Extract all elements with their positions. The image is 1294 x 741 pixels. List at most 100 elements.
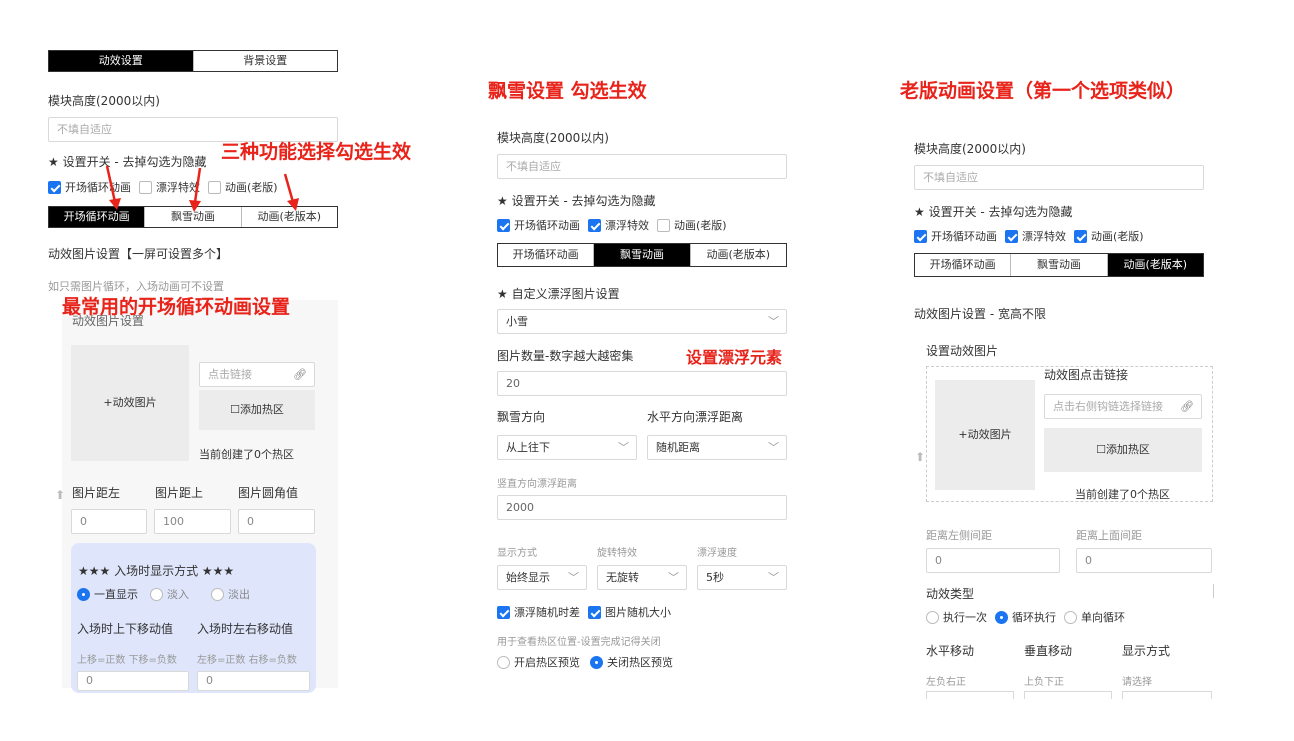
up-arrow-icon[interactable]: ⬆ — [55, 488, 65, 502]
radio-oneway[interactable]: 单向循环 — [1064, 609, 1125, 625]
move-input-vertical[interactable]: 0 — [77, 671, 189, 691]
horizontal-input[interactable] — [926, 691, 1014, 699]
horizontal-label: 水平方向漂浮距离 — [647, 410, 744, 424]
pos-input-left[interactable]: 0 — [71, 509, 147, 534]
move-label-horizontal: 入场时左右移动值 — [197, 622, 294, 636]
main-tabs: 动效设置 背景设置 — [48, 50, 338, 72]
switch-checks: 开场循环动画 漂浮特效 动画(老版) — [497, 217, 735, 233]
checkbox-icon — [657, 218, 670, 232]
pos-input-radius[interactable]: 0 — [238, 509, 315, 534]
add-hotspot-button[interactable]: ☐添加热区 — [1044, 428, 1202, 472]
check-open-anim[interactable]: 开场循环动画 — [497, 217, 580, 233]
arrow-head — [109, 198, 121, 210]
select-value: 5秒 — [706, 571, 724, 584]
check-random-size[interactable]: 图片随机大小 — [588, 604, 671, 620]
radio-fadeout[interactable]: 淡出 — [211, 586, 250, 602]
link-input[interactable]: 点击右侧钩链选择链接 🔗︎ — [1044, 394, 1202, 419]
checkbox-checked-icon — [1074, 229, 1087, 243]
check-open-anim[interactable]: 开场循环动画 — [914, 228, 997, 244]
add-image-button[interactable]: +动效图片 — [935, 380, 1035, 490]
check-float[interactable]: 漂浮特效 — [588, 217, 649, 233]
tab-open-anim[interactable]: 开场循环动画 — [498, 244, 594, 266]
radio-loop[interactable]: 循环执行 — [995, 609, 1056, 625]
image-setting-label: 动效图片设置 - 宽高不限 — [914, 307, 1046, 321]
check-label: 漂浮随机时差 — [514, 606, 580, 619]
add-hotspot-label: 添加热区 — [239, 403, 284, 416]
tab-background[interactable]: 背景设置 — [192, 51, 337, 71]
count-label: 图片数量-数字越大越密集 — [497, 349, 634, 363]
set-image-label: 设置动效图片 — [926, 344, 999, 358]
display-select[interactable]: 始终显示 ﹀ — [497, 565, 587, 590]
vertical-input[interactable]: 2000 — [497, 495, 787, 520]
arrow-line — [105, 165, 117, 203]
check-random-delay[interactable]: 漂浮随机时差 — [497, 604, 580, 620]
rotate-label: 旋转特效 — [597, 548, 637, 559]
height-input[interactable]: 不填自适应 — [914, 165, 1204, 190]
entry-title: ★★★ 入场时显示方式 ★★★ — [78, 564, 235, 578]
add-hotspot-label: 添加热区 — [1105, 443, 1150, 456]
tab-snow-anim[interactable]: 飘雪动画 — [1010, 254, 1107, 276]
checkbox-checked-icon — [588, 218, 601, 232]
radio-label: 开启热区预览 — [514, 656, 580, 669]
radio-always[interactable]: 一直显示 — [77, 586, 138, 602]
check-label: 图片随机大小 — [605, 606, 671, 619]
radio-icon — [150, 587, 163, 601]
dist-input-top[interactable]: 0 — [1076, 548, 1212, 573]
col-label-vertical: 垂直移动 — [1024, 644, 1073, 658]
check-float[interactable]: 漂浮特效 — [1005, 228, 1066, 244]
tab-old-anim[interactable]: 动画(老版本) — [689, 244, 786, 266]
radio-label: 关闭热区预览 — [607, 656, 673, 669]
add-hotspot-button[interactable]: ☐添加热区 — [199, 390, 315, 430]
checkbox-checked-icon — [914, 229, 927, 243]
horizontal-select[interactable]: 随机距离 ﹀ — [647, 435, 787, 460]
radio-fadein[interactable]: 淡入 — [150, 586, 189, 602]
radio-preview-on[interactable]: 开启热区预览 — [497, 654, 580, 670]
radio-once[interactable]: 执行一次 — [926, 609, 987, 625]
tab-animation[interactable]: 动效设置 — [49, 51, 193, 71]
pos-label-radius: 图片圆角值 — [238, 486, 299, 500]
check-label: 漂浮特效 — [1022, 230, 1066, 243]
sub-tabs: 开场循环动画 飘雪动画 动画(老版本) — [914, 253, 1204, 277]
up-arrow-icon[interactable]: ⬆ — [915, 450, 925, 464]
link-input[interactable]: 点击链接 🔗︎ — [199, 362, 315, 387]
chevron-down-icon: ﹀ — [618, 441, 629, 454]
vertical-input[interactable] — [1024, 691, 1112, 699]
radio-preview-off[interactable]: 关闭热区预览 — [590, 654, 673, 670]
chevron-down-icon: ﹀ — [768, 571, 779, 584]
count-input[interactable]: 20 — [497, 371, 787, 396]
tab-old-anim[interactable]: 动画(老版本) — [1106, 254, 1203, 276]
radio-label: 执行一次 — [943, 611, 987, 624]
check-old-anim[interactable]: 动画(老版) — [657, 217, 727, 233]
speed-select[interactable]: 5秒 ﹀ — [697, 565, 787, 590]
tab-open-anim[interactable]: 开场循环动画 — [915, 254, 1011, 276]
move-input-horizontal[interactable]: 0 — [197, 671, 310, 691]
height-label: 模块高度(2000以内) — [914, 142, 1026, 156]
checkbox-checked-icon — [497, 218, 510, 232]
annotation-float-elements: 设置漂浮元素 — [686, 348, 783, 367]
direction-select[interactable]: 从上往下 ﹀ — [497, 435, 637, 460]
select-value: 随机距离 — [656, 441, 700, 454]
tab-snow-anim[interactable]: 飘雪动画 — [593, 244, 690, 266]
select-value: 小雪 — [506, 315, 528, 328]
rotate-select[interactable]: 无旋转 ﹀ — [597, 565, 687, 590]
add-image-button[interactable]: +动效图片 — [71, 345, 189, 461]
display-select[interactable] — [1122, 691, 1212, 699]
annotation-snow-title: 飘雪设置 勾选生效 — [488, 80, 647, 102]
checkbox-checked-icon — [588, 605, 601, 619]
switch-label: ★ 设置开关 - 去掉勾选为隐藏 — [914, 205, 1073, 219]
type-label: 动效类型 — [926, 587, 975, 601]
scrollbar[interactable] — [1213, 584, 1214, 598]
dist-label-top: 距离上面间距 — [1076, 529, 1142, 542]
check-old-anim[interactable]: 动画(老版) — [1074, 228, 1144, 244]
height-input[interactable]: 不填自适应 — [497, 154, 787, 179]
dist-input-left[interactable]: 0 — [926, 548, 1060, 573]
edit-icon: ☐ — [1096, 443, 1106, 456]
pos-input-top[interactable]: 100 — [154, 509, 231, 534]
radio-label: 淡入 — [167, 588, 189, 601]
move-label-vertical: 入场时上下移动值 — [77, 622, 174, 636]
radio-checked-icon — [995, 610, 1008, 624]
preview-hint: 用于查看热区位置-设置完成记得关闭 — [497, 637, 661, 648]
move-hint-horizontal: 左移=正数 右移=负数 — [197, 655, 297, 666]
radio-checked-icon — [77, 587, 90, 601]
custom-float-select[interactable]: 小雪 ﹀ — [497, 309, 787, 334]
